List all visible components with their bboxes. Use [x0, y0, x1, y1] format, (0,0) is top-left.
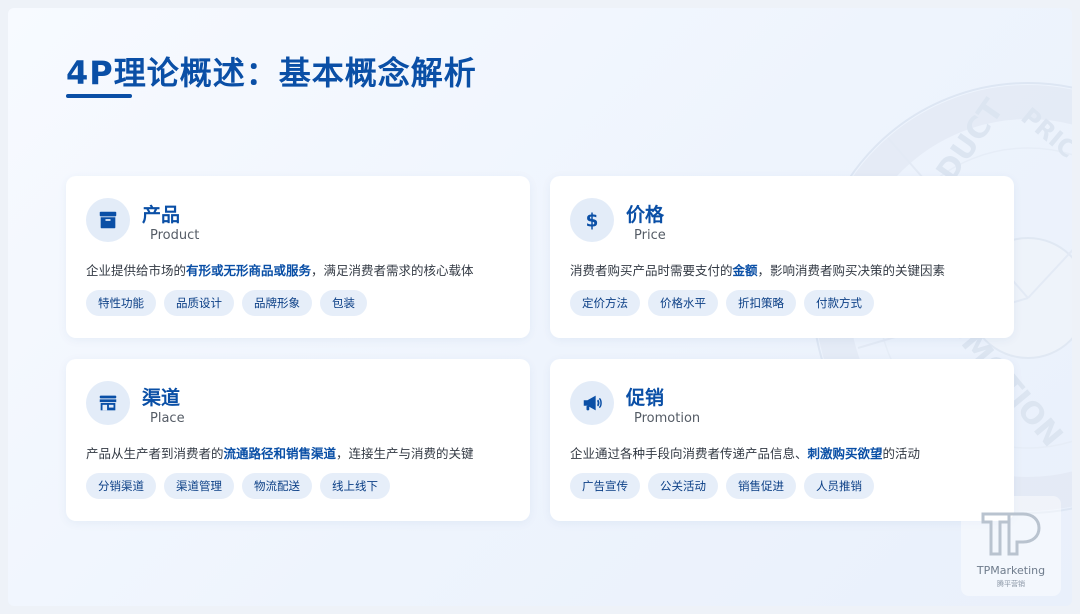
tag: 包装 [320, 290, 367, 316]
tag: 销售促进 [726, 473, 796, 499]
desc-highlight: 有形或无形商品或服务 [186, 263, 312, 278]
tag: 线上线下 [320, 473, 390, 499]
card-title: 渠道 [142, 387, 181, 409]
title-underline [66, 94, 132, 98]
tag: 广告宣传 [570, 473, 640, 499]
card-subtitle: Promotion [634, 411, 701, 426]
tag: 特性功能 [86, 290, 156, 316]
card-promotion: 促销 Promotion 企业通过各种手段向消费者传递产品信息、刺激购买欲望的活… [550, 359, 1014, 521]
tag-list: 广告宣传 公关活动 销售促进 人员推销 [570, 473, 874, 499]
tag-list: 分销渠道 渠道管理 物流配送 线上线下 [86, 473, 390, 499]
svg-text:$: $ [586, 210, 599, 231]
tag: 定价方法 [570, 290, 640, 316]
card-title: 产品 [142, 204, 181, 226]
archive-box-icon [86, 198, 130, 242]
card-price: $ 价格 Price 消费者购买产品时需要支付的金额，影响消费者购买决策的关键因… [550, 176, 1014, 338]
brand-logo: TPMarketing 腾平营销 [961, 496, 1061, 596]
card-subtitle: Place [150, 411, 185, 426]
tag: 折扣策略 [726, 290, 796, 316]
card-description: 企业提供给市场的有形或无形商品或服务，满足消费者需求的核心载体 [86, 263, 474, 278]
tag: 公关活动 [648, 473, 718, 499]
desc-highlight: 刺激购买欲望 [807, 446, 883, 461]
card-title: 促销 [626, 387, 665, 409]
tp-logo-icon [981, 512, 1041, 556]
card-subtitle: Price [634, 228, 666, 243]
dollar-icon: $ [570, 198, 614, 242]
card-place: 渠道 Place 产品从生产者到消费者的流通路径和销售渠道，连接生产与消费的关键… [66, 359, 530, 521]
card-subtitle: Product [150, 228, 200, 243]
tag: 品牌形象 [242, 290, 312, 316]
storefront-icon [86, 381, 130, 425]
tag-list: 定价方法 价格水平 折扣策略 付款方式 [570, 290, 874, 316]
brand-name: TPMarketing [976, 564, 1046, 577]
tag: 人员推销 [804, 473, 874, 499]
watermark-label-price: PRIC [1016, 102, 1072, 164]
tag: 付款方式 [804, 290, 874, 316]
desc-highlight: 金额 [732, 263, 758, 278]
card-description: 产品从生产者到消费者的流通路径和销售渠道，连接生产与消费的关键 [86, 446, 474, 461]
card-product: 产品 Product 企业提供给市场的有形或无形商品或服务，满足消费者需求的核心… [66, 176, 530, 338]
tag: 品质设计 [164, 290, 234, 316]
tag: 物流配送 [242, 473, 312, 499]
brand-subname: 腾平营销 [997, 580, 1025, 588]
page-title: 4P理论概述：基本概念解析 [66, 54, 477, 92]
megaphone-icon [570, 381, 614, 425]
tag: 渠道管理 [164, 473, 234, 499]
tag: 价格水平 [648, 290, 718, 316]
card-description: 消费者购买产品时需要支付的金额，影响消费者购买决策的关键因素 [570, 263, 946, 278]
tag: 分销渠道 [86, 473, 156, 499]
desc-highlight: 流通路径和销售渠道 [223, 446, 337, 461]
tag-list: 特性功能 品质设计 品牌形象 包装 [86, 290, 367, 316]
card-title: 价格 [626, 204, 665, 226]
card-description: 企业通过各种手段向消费者传递产品信息、刺激购买欲望的活动 [570, 446, 921, 461]
slide: PRODUCT PRIC PROMOTION 4P理论概述：基本概念解析 产品 … [8, 8, 1072, 606]
